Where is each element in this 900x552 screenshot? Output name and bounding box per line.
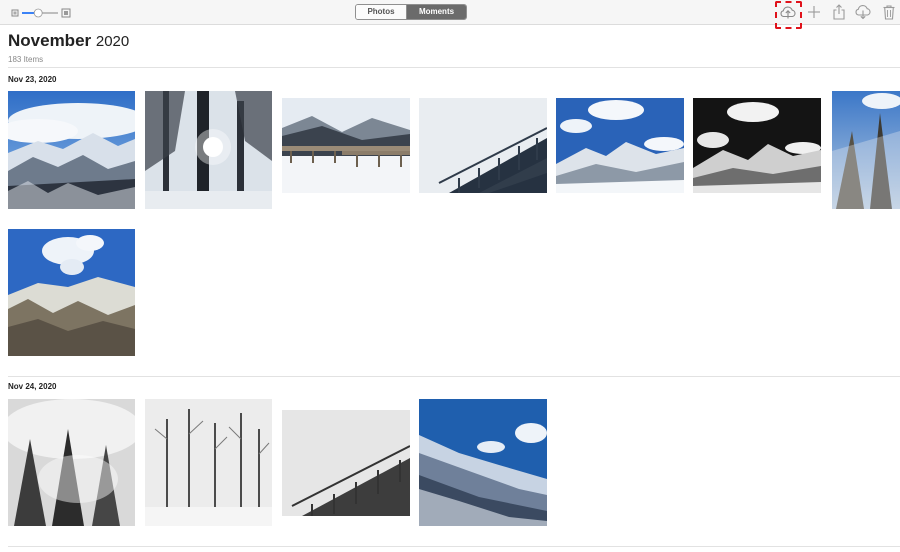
share-button[interactable] <box>829 2 849 22</box>
download-from-cloud-icon <box>855 5 871 20</box>
photo-thumbnail[interactable] <box>145 91 272 209</box>
photo-thumbnail[interactable] <box>419 399 547 526</box>
photo-thumbnail[interactable] <box>8 91 135 209</box>
photo-thumbnail[interactable] <box>832 91 900 209</box>
photo-thumbnail[interactable] <box>419 98 547 193</box>
photo-thumbnail[interactable] <box>8 229 135 356</box>
add-button[interactable] <box>804 2 824 22</box>
view-segmented-control: Photos Moments <box>355 4 467 20</box>
share-icon <box>833 4 845 20</box>
zoom-slider[interactable] <box>10 6 74 18</box>
tab-photos[interactable]: Photos <box>356 5 407 19</box>
moment-date: Nov 23, 2020 <box>8 75 57 84</box>
add-icon <box>808 6 820 18</box>
photo-thumbnail[interactable] <box>693 98 821 193</box>
photo-thumbnail[interactable] <box>282 98 410 193</box>
section-divider <box>8 546 900 547</box>
delete-button[interactable] <box>879 2 899 22</box>
moment-date: Nov 24, 2020 <box>8 382 57 391</box>
photo-thumbnail[interactable] <box>282 410 410 516</box>
section-divider <box>8 67 900 68</box>
page-title: November 2020 <box>8 31 129 51</box>
title-month: November <box>8 31 92 50</box>
title-year: 2020 <box>95 33 130 50</box>
section-divider <box>8 376 900 377</box>
toolbar: Photos Moments <box>0 0 900 25</box>
upload-highlight-box <box>775 1 802 29</box>
photo-thumbnail[interactable] <box>8 399 135 526</box>
trash-icon <box>883 5 895 20</box>
download-from-cloud-button[interactable] <box>853 2 873 22</box>
item-count: 183 Items <box>8 55 44 64</box>
photo-thumbnail[interactable] <box>145 399 272 526</box>
tab-moments[interactable]: Moments <box>407 5 466 19</box>
photo-thumbnail[interactable] <box>556 98 684 193</box>
